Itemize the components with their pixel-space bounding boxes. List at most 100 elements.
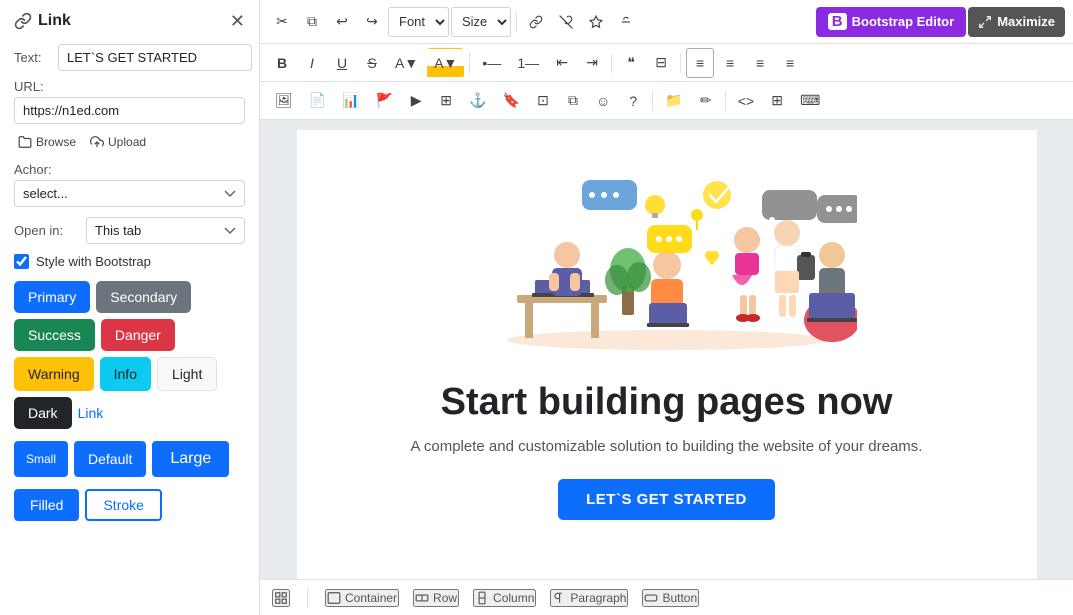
ul-button[interactable]: 1— (510, 48, 546, 78)
toolbar-row-2: B I U S A▼ A▼ •— 1— ⇤ ⇥ ❝ ⊟ ≡ ≡ ≡ ≡ (260, 44, 1073, 82)
table-format-button[interactable]: ⊟ (647, 48, 675, 78)
font-select[interactable]: Font (388, 7, 449, 37)
bg-color-button[interactable]: A▼ (427, 48, 464, 78)
browse-button[interactable]: Browse (14, 132, 80, 152)
widget-button[interactable]: ⊡ (529, 86, 557, 116)
style-buttons-group: Filled Stroke (14, 489, 245, 521)
maximize-label: Maximize (997, 14, 1055, 29)
separator-4 (680, 53, 681, 73)
open-in-row: Open in: This tab New tab (14, 217, 245, 244)
anchor-insert-button[interactable]: ⚓ (462, 86, 493, 116)
maximize-button[interactable]: Maximize (968, 7, 1065, 37)
light-button[interactable]: Light (157, 357, 217, 391)
browse-row3-button[interactable]: 📁 (658, 86, 689, 116)
container-icon (327, 591, 341, 605)
row-icon (415, 591, 429, 605)
secondary-button[interactable]: Secondary (96, 281, 191, 313)
filled-style-button[interactable]: Filled (14, 489, 79, 521)
text-input[interactable] (58, 44, 252, 71)
strikethrough-button[interactable]: S (358, 48, 386, 78)
bottom-column[interactable]: Column (473, 589, 536, 607)
image-button[interactable]: 🖼 (268, 86, 300, 116)
paragraph-label: Paragraph (570, 591, 626, 605)
align-right-button[interactable]: ≡ (746, 48, 774, 78)
editor-content: Start building pages now A complete and … (260, 120, 1073, 579)
bold-button[interactable]: B (268, 48, 296, 78)
info-button[interactable]: Info (100, 357, 151, 391)
column-icon (475, 591, 489, 605)
blocks-button[interactable]: ⊞ (763, 86, 791, 116)
outdent-button[interactable]: ⇤ (548, 48, 576, 78)
ol-button[interactable]: •— (475, 48, 508, 78)
bottom-layout-icon[interactable] (272, 589, 290, 607)
pdf-button[interactable]: 📄 (302, 86, 333, 116)
bottom-paragraph[interactable]: Paragraph (550, 589, 628, 607)
template-button[interactable]: ⧉ (559, 86, 587, 116)
separator-5 (652, 91, 653, 111)
align-center-button[interactable]: ≡ (716, 48, 744, 78)
blockquote-button[interactable]: ❝ (617, 48, 645, 78)
flag-button[interactable]: 🚩 (369, 86, 400, 116)
anchor-row: Achor: select... (14, 162, 245, 217)
undo-button[interactable]: ↩ (328, 7, 356, 37)
success-button[interactable]: Success (14, 319, 95, 351)
toolbar-row-1: ✂ ⧉ ↩ ↪ Font Size B Bootstrap Editor Max… (260, 0, 1073, 44)
upload-button[interactable]: Upload (86, 132, 150, 152)
primary-button[interactable]: Primary (14, 281, 90, 313)
close-button[interactable]: ✕ (230, 12, 245, 30)
dark-button[interactable]: Dark (14, 397, 72, 429)
stroke-style-button[interactable]: Stroke (85, 489, 161, 521)
bookmark-button[interactable]: 🔖 (496, 86, 527, 116)
style-bootstrap-checkbox[interactable] (14, 254, 29, 269)
size-select[interactable]: Size (451, 7, 511, 37)
strikethrough-tb-button[interactable] (612, 7, 640, 37)
link-style-button[interactable]: Link (78, 397, 104, 429)
hero-title: Start building pages now (441, 380, 893, 426)
small-size-button[interactable]: Small (14, 441, 68, 477)
keyboard-button[interactable]: ⌨ (793, 86, 827, 116)
emoji-button[interactable]: ☺ (589, 86, 617, 116)
chart-button[interactable]: 📊 (335, 86, 366, 116)
help-button[interactable]: ? (619, 86, 647, 116)
bottom-separator (307, 588, 308, 608)
hero-cta-button[interactable]: LET`S GET STARTED (558, 479, 775, 520)
edit-image-button[interactable]: ✏ (692, 86, 720, 116)
link-tb-button[interactable] (522, 7, 550, 37)
font-color-button[interactable]: A▼ (388, 48, 425, 78)
redo-button[interactable]: ↪ (358, 7, 386, 37)
bottom-row[interactable]: Row (413, 589, 459, 607)
anchor-label: Achor: (14, 162, 245, 177)
bootstrap-b-icon: B (828, 13, 847, 30)
cut-button[interactable]: ✂ (268, 7, 296, 37)
bootstrap-editor-button[interactable]: B Bootstrap Editor (816, 7, 966, 37)
grid-icon (274, 591, 288, 605)
style-check-label: Style with Bootstrap (36, 254, 151, 269)
default-size-button[interactable]: Default (74, 441, 146, 477)
large-size-button[interactable]: Large (152, 441, 229, 477)
bottom-button[interactable]: Button (642, 589, 699, 607)
color-buttons-group: Primary Secondary Success Danger Warning… (14, 281, 245, 429)
separator-2 (469, 53, 470, 73)
table-button[interactable]: ⊞ (432, 86, 460, 116)
unlink-icon (559, 15, 573, 29)
unlink-button[interactable] (552, 7, 580, 37)
align-justify-button[interactable]: ≡ (776, 48, 804, 78)
upload-icon (90, 135, 104, 149)
italic-button[interactable]: I (298, 48, 326, 78)
hero-illustration (347, 160, 987, 360)
copy-button[interactable]: ⧉ (298, 7, 326, 37)
highlight-button[interactable] (582, 7, 610, 37)
danger-button[interactable]: Danger (101, 319, 175, 351)
align-left-button[interactable]: ≡ (686, 48, 714, 78)
source-button[interactable]: <> (731, 86, 761, 116)
anchor-select[interactable]: select... (14, 180, 245, 207)
warning-button[interactable]: Warning (14, 357, 94, 391)
size-buttons-group: Small Default Large (14, 441, 245, 477)
underline-button[interactable]: U (328, 48, 356, 78)
video-button[interactable]: ▶ (402, 86, 430, 116)
bottom-container[interactable]: Container (325, 589, 399, 607)
open-in-select[interactable]: This tab New tab (86, 217, 245, 244)
indent-button[interactable]: ⇥ (578, 48, 606, 78)
separator-6 (725, 91, 726, 111)
url-input[interactable] (14, 97, 245, 124)
